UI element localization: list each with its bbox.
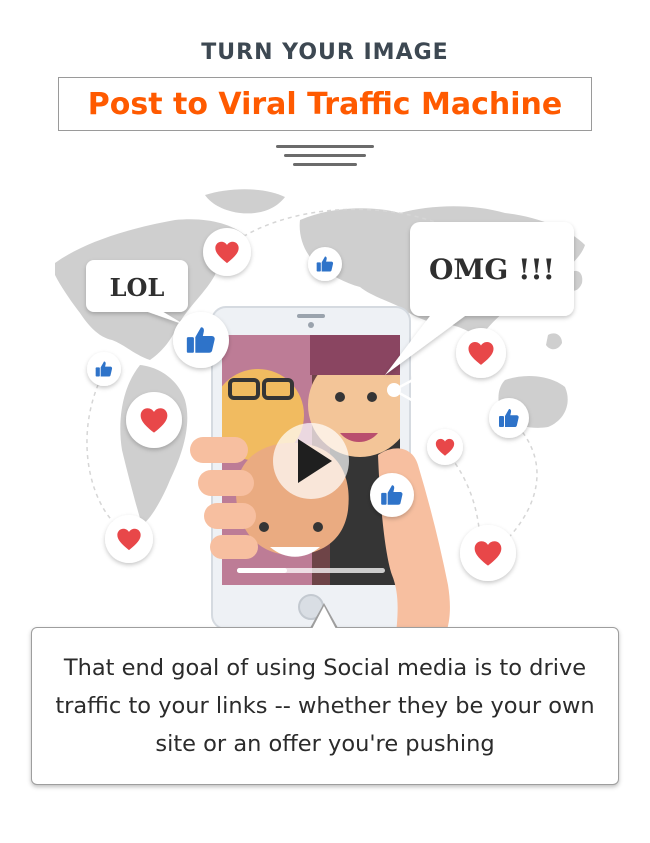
caption-box: That end goal of using Social media is t… [31, 627, 619, 785]
thumbs-up-icon [173, 312, 229, 368]
divider-line [284, 154, 366, 157]
caption-notch-fill [312, 606, 336, 629]
thumbs-up-icon [87, 352, 121, 386]
omg-text: OMG !!! [429, 253, 555, 286]
thumbs-up-icon [370, 473, 414, 517]
lol-text: LOL [110, 273, 165, 302]
thumbs-up-icon [308, 247, 342, 281]
title-box: Post to Viral Traffic Machine [58, 77, 592, 131]
divider-line [276, 145, 374, 148]
caption-text: That end goal of using Social media is t… [55, 655, 595, 757]
page-title: Post to Viral Traffic Machine [87, 86, 563, 122]
thumbs-up-icon [489, 398, 529, 438]
eyebrow-heading: TURN YOUR IMAGE [201, 40, 449, 65]
heart-icon [105, 515, 153, 563]
heart-icon [427, 429, 463, 465]
viral-traffic-illustration: LOL OMG !!! [55, 189, 585, 645]
heart-icon [456, 328, 506, 378]
divider-line [293, 163, 357, 166]
video-progress-fill [237, 568, 287, 573]
heart-icon [203, 228, 251, 276]
play-icon[interactable] [273, 423, 349, 499]
heart-icon [126, 392, 182, 448]
heart-icon [460, 525, 516, 581]
